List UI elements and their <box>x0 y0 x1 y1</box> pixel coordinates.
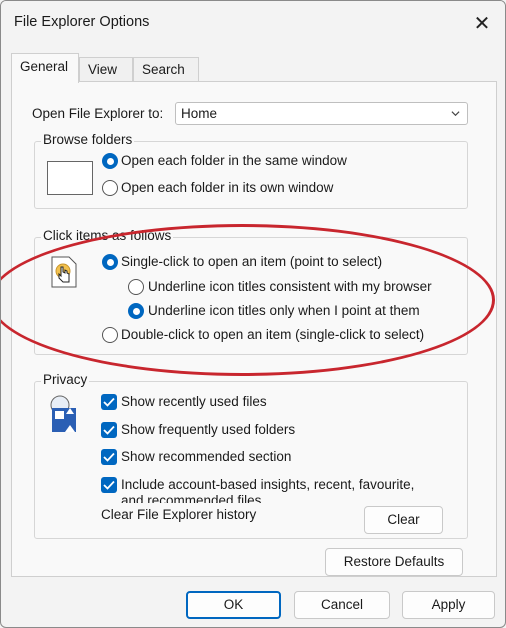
privacy-files-icon <box>46 394 80 434</box>
apply-button[interactable]: Apply <box>402 591 495 619</box>
ok-button[interactable]: OK <box>186 591 281 619</box>
checkbox-account-insights[interactable] <box>101 477 117 493</box>
window-title: File Explorer Options <box>14 14 150 30</box>
radio-single-click[interactable] <box>102 254 118 270</box>
underline-consistent-label[interactable]: Underline icon titles consistent with my… <box>148 279 432 294</box>
frequent-folders-label[interactable]: Show frequently used folders <box>121 422 295 437</box>
tab-view[interactable]: View <box>79 57 133 81</box>
browse-folders-legend: Browse folders <box>41 132 135 147</box>
open-to-label: Open File Explorer to: <box>32 106 164 121</box>
file-explorer-options-window: File Explorer Options ✕ General View Sea… <box>0 0 506 628</box>
tab-general[interactable]: General <box>11 53 79 83</box>
checkbox-recommended-section[interactable] <box>101 449 117 465</box>
open-to-select[interactable]: Home <box>175 102 468 125</box>
radio-own-window[interactable] <box>102 180 118 196</box>
double-click-label[interactable]: Double-click to open an item (single-cli… <box>121 327 424 342</box>
clear-history-label: Clear File Explorer history <box>101 507 257 522</box>
same-window-label[interactable]: Open each folder in the same window <box>121 153 347 168</box>
account-insights-label[interactable]: Include account-based insights, recent, … <box>121 477 414 492</box>
own-window-label[interactable]: Open each folder in its own window <box>121 180 333 195</box>
window-preview-icon <box>47 161 93 195</box>
single-click-label[interactable]: Single-click to open an item (point to s… <box>121 254 382 269</box>
open-to-value: Home <box>181 106 218 121</box>
close-icon[interactable]: ✕ <box>459 1 505 45</box>
privacy-legend: Privacy <box>41 372 90 387</box>
checkbox-recent-files[interactable] <box>101 394 117 410</box>
underline-point-label[interactable]: Underline icon titles only when I point … <box>148 303 420 318</box>
chevron-down-icon <box>451 111 460 117</box>
account-insights-label-line2[interactable]: and recommended files <box>121 493 261 503</box>
radio-same-window[interactable] <box>102 153 118 169</box>
browse-folders-group <box>34 141 468 209</box>
restore-defaults-button[interactable]: Restore Defaults <box>325 548 463 576</box>
checkbox-frequent-folders[interactable] <box>101 422 117 438</box>
clear-button[interactable]: Clear <box>364 506 443 534</box>
click-items-legend: Click items as follows <box>41 228 174 243</box>
cancel-button[interactable]: Cancel <box>294 591 390 619</box>
radio-double-click[interactable] <box>102 327 118 343</box>
radio-underline-point[interactable] <box>128 303 144 319</box>
tab-search[interactable]: Search <box>133 57 199 81</box>
recommended-section-label[interactable]: Show recommended section <box>121 449 291 464</box>
title-bar[interactable]: File Explorer Options ✕ <box>1 1 505 45</box>
hand-pointer-icon <box>48 254 82 290</box>
recent-files-label[interactable]: Show recently used files <box>121 394 267 409</box>
radio-underline-consistent[interactable] <box>128 279 144 295</box>
